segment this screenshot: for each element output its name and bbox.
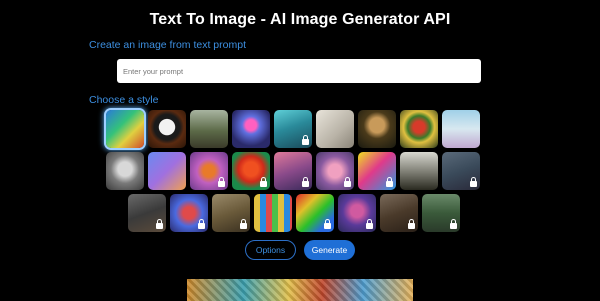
style-pop-art-thumbnail[interactable] (358, 152, 396, 190)
options-button[interactable]: Options (245, 240, 296, 260)
style-pink-glow-thumbnail[interactable] (316, 152, 354, 190)
generated-image-preview (187, 279, 413, 301)
style-isometric-room-thumbnail[interactable] (148, 152, 186, 190)
style-panda-thumbnail[interactable] (148, 110, 186, 148)
lock-icon (324, 219, 331, 229)
style-ballet-fantasy-thumbnail[interactable] (442, 110, 480, 148)
style-grey-portrait-thumbnail[interactable] (442, 152, 480, 190)
lock-icon (408, 219, 415, 229)
style-renaissance-thumbnail[interactable] (358, 110, 396, 148)
prompt-section-label: Create an image from text prompt (89, 39, 246, 51)
style-colorful-creature-thumbnail[interactable] (170, 194, 208, 232)
page-title: Text To Image - AI Image Generator API (149, 11, 451, 28)
generate-button[interactable]: Generate (304, 240, 355, 260)
style-row-3 (128, 194, 460, 232)
style-3d-metal-cup-thumbnail[interactable] (106, 152, 144, 190)
lock-icon (302, 177, 309, 187)
style-architecture-house-thumbnail[interactable] (400, 152, 438, 190)
style-vintage-photo-thumbnail[interactable] (212, 194, 250, 232)
style-anime-portrait-thumbnail[interactable] (274, 110, 312, 148)
lock-icon (218, 177, 225, 187)
lock-icon (240, 219, 247, 229)
style-row-1 (106, 110, 480, 148)
style-fox-illustration-thumbnail[interactable] (190, 152, 228, 190)
style-pencil-sketch-thumbnail[interactable] (316, 110, 354, 148)
style-flower-still-life-thumbnail[interactable] (400, 110, 438, 148)
style-row-2 (106, 152, 480, 190)
lock-icon (386, 177, 393, 187)
style-psychedelic-waves-thumbnail[interactable] (106, 110, 144, 148)
lock-icon (260, 177, 267, 187)
style-forest-landscape-thumbnail[interactable] (190, 110, 228, 148)
style-section-label: Choose a style (89, 94, 159, 106)
lock-icon (450, 219, 457, 229)
prompt-input[interactable] (117, 59, 481, 83)
style-neon-face-thumbnail[interactable] (232, 152, 270, 190)
style-robot-thumbnail[interactable] (232, 110, 270, 148)
style-soft-portrait-thumbnail[interactable] (274, 152, 312, 190)
style-sticker-pattern-thumbnail[interactable] (254, 194, 292, 232)
lock-icon (198, 219, 205, 229)
style-dark-portrait-thumbnail[interactable] (380, 194, 418, 232)
lock-icon (156, 219, 163, 229)
style-forest-scene-thumbnail[interactable] (422, 194, 460, 232)
lock-icon (302, 135, 309, 145)
style-blurred-figure-thumbnail[interactable] (128, 194, 166, 232)
lock-icon (344, 177, 351, 187)
style-rainbow-abstract-thumbnail[interactable] (296, 194, 334, 232)
lock-icon (470, 177, 477, 187)
lock-icon (366, 219, 373, 229)
style-fantasy-girl-thumbnail[interactable] (338, 194, 376, 232)
